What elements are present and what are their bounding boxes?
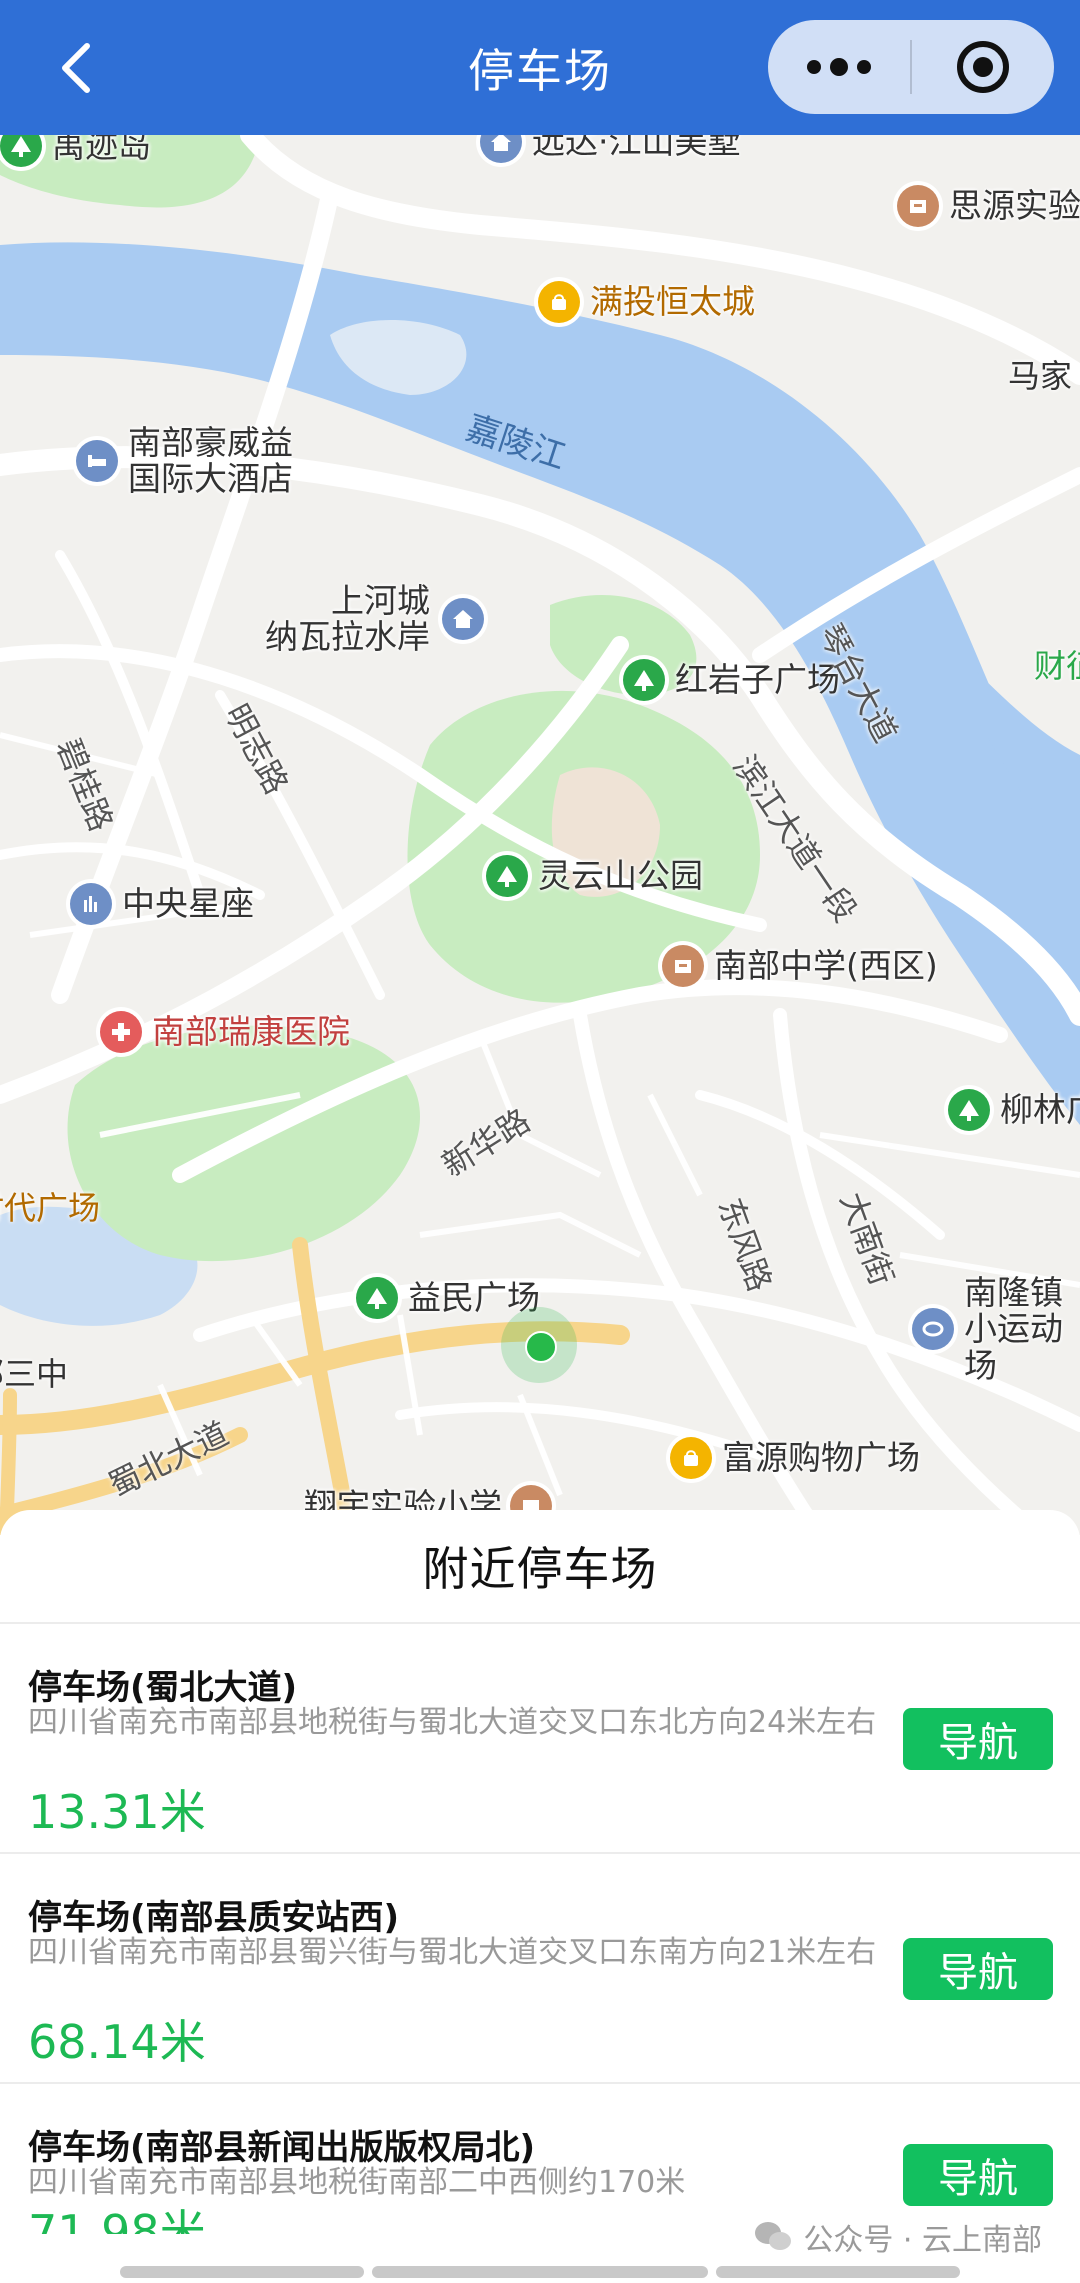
map-poi[interactable]: 南部瑞康医院 <box>100 1011 350 1053</box>
target-circle-icon <box>957 41 1009 93</box>
map-poi[interactable]: 益民广场 <box>356 1277 540 1319</box>
tree-icon <box>486 855 528 897</box>
miniprogram-capsule <box>768 20 1054 114</box>
map-poi[interactable]: 中央星座 <box>70 883 254 925</box>
navigate-button[interactable]: 导航 <box>903 1938 1053 2000</box>
house-icon <box>480 135 522 163</box>
map-view[interactable]: 禹迹岛 远达·江山美墅 思源实验 满投恒太城 马家 南部豪威益 国际大酒店 上河… <box>0 135 1080 1535</box>
building-icon <box>70 883 112 925</box>
parking-distance: 68.14米 <box>28 2015 206 2069</box>
more-button[interactable] <box>768 20 910 114</box>
close-button[interactable] <box>912 20 1054 114</box>
parking-list-item[interactable]: 停车场(南部县质安站西) 四川省南充市南部县蜀兴街与蜀北大道交叉口东南方向21米… <box>0 1854 1080 2082</box>
tree-icon <box>356 1277 398 1319</box>
top-navigation-bar: 停车场 <box>0 0 1080 135</box>
map-poi[interactable]: 南部中学(西区) <box>662 945 938 987</box>
map-poi[interactable]: 思源实验 <box>897 185 1080 227</box>
parking-distance: 13.31米 <box>28 1785 206 1839</box>
map-poi[interactable]: 远达·江山美墅 <box>480 135 741 163</box>
bed-icon <box>76 440 118 483</box>
more-dots-icon <box>807 58 871 76</box>
panel-title: 附近停车场 <box>422 1542 658 1596</box>
map-area-label: 时代广场 <box>0 1189 101 1227</box>
parking-name: 停车场(南部县质安站西) <box>28 1898 400 1938</box>
house-icon <box>442 598 484 641</box>
navigate-button[interactable]: 导航 <box>903 2144 1053 2206</box>
school-icon <box>662 945 704 987</box>
parking-list-item[interactable]: 停车场(南部县新闻出版版权局北) 四川省南充市南部县地税街南部二中西侧约170米… <box>0 2084 1080 2234</box>
map-area-label: 部三中 <box>0 1355 69 1393</box>
watermark: 公众号 · 云上南部 <box>753 2215 1042 2259</box>
current-location-dot <box>525 1331 557 1363</box>
map-area-label: 财征 <box>1034 647 1080 685</box>
parking-list-item[interactable]: 停车场(蜀北大道) 四川省南充市南部县地税街与蜀北大道交叉口东北方向24米左右 … <box>0 1624 1080 1852</box>
map-poi[interactable]: 柳林广 <box>948 1089 1080 1131</box>
hospital-icon <box>100 1011 142 1053</box>
bottom-scroll-indicator <box>372 2266 708 2278</box>
map-poi[interactable]: 富源购物广场 <box>670 1437 920 1479</box>
map-poi[interactable]: 满投恒太城 <box>538 281 755 323</box>
map-poi[interactable]: 南隆镇 小运动场 <box>912 1274 1080 1384</box>
school-icon <box>897 185 939 227</box>
tree-icon <box>0 135 42 167</box>
navigate-button[interactable]: 导航 <box>903 1708 1053 1770</box>
wechat-icon <box>755 2222 792 2250</box>
parking-name: 停车场(蜀北大道) <box>28 1668 298 1708</box>
parking-address: 四川省南充市南部县蜀兴街与蜀北大道交叉口东南方向21米左右 <box>28 1935 877 1970</box>
nearby-parking-panel: 附近停车场 停车场(蜀北大道) 四川省南充市南部县地税街与蜀北大道交叉口东北方向… <box>0 1510 1080 2283</box>
parking-name: 停车场(南部县新闻出版版权局北) <box>28 2128 536 2168</box>
map-poi[interactable]: 灵云山公园 <box>486 855 703 897</box>
stadium-icon <box>912 1308 954 1351</box>
bottom-scroll-indicator <box>120 2266 364 2278</box>
shopping-icon <box>670 1437 712 1479</box>
parking-address: 四川省南充市南部县地税街与蜀北大道交叉口东北方向24米左右 <box>28 1705 877 1740</box>
map-poi[interactable]: 红岩子广场 <box>623 659 840 701</box>
tree-icon <box>623 659 665 701</box>
map-area-label: 马家 <box>1008 357 1073 395</box>
watermark-text: 公众号 · 云上南部 <box>803 2223 1042 2258</box>
bottom-scroll-indicator <box>716 2266 960 2278</box>
map-poi[interactable]: 上河城 纳瓦拉水岸 <box>265 582 484 656</box>
parking-distance: 71.98米 <box>28 2205 206 2234</box>
map-poi[interactable]: 南部豪威益 国际大酒店 <box>76 424 293 498</box>
map-poi[interactable]: 禹迹岛 <box>0 135 151 167</box>
shopping-icon <box>538 281 580 323</box>
tree-icon <box>948 1089 990 1131</box>
